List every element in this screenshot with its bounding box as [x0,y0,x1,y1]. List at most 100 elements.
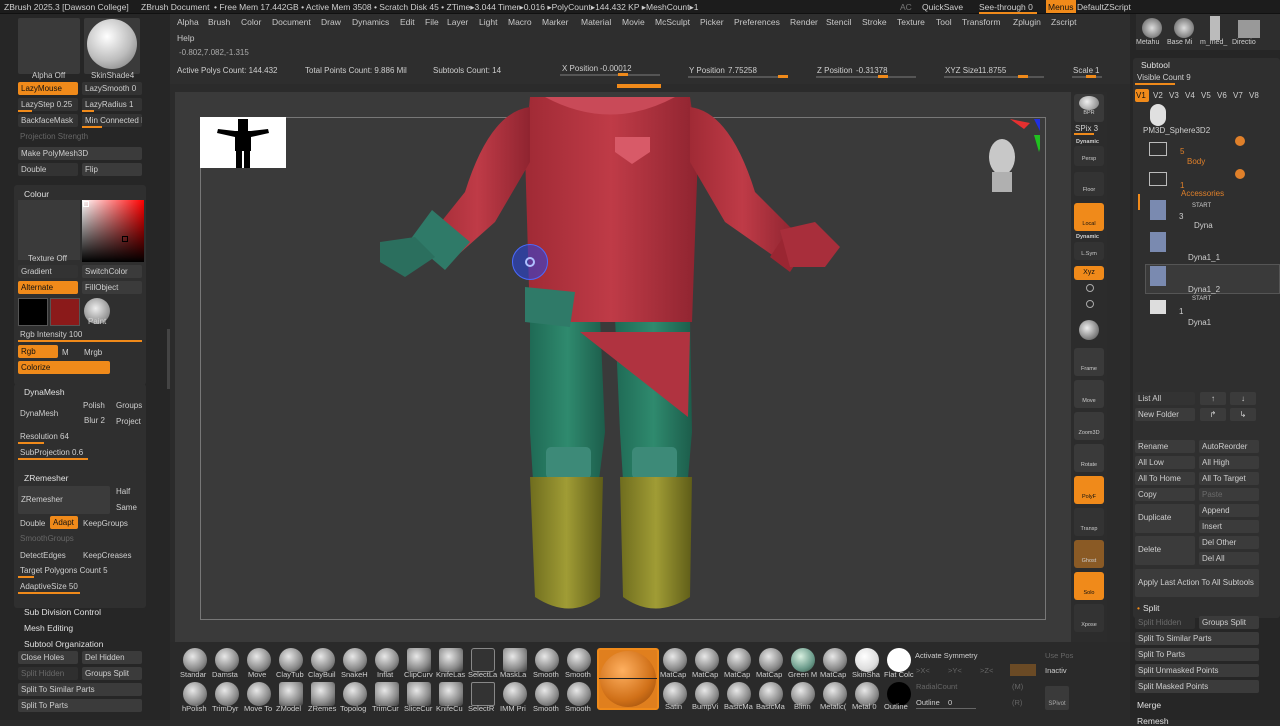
close-holes-button[interactable]: Close Holes [18,651,78,664]
version-v6[interactable]: V6 [1217,91,1227,100]
polish-button[interactable]: Polish [83,401,105,410]
subtool-item-sphere[interactable]: PM3D_Sphere3D2 [1143,126,1210,135]
flat-color-icon[interactable] [887,648,911,672]
split-similar-button[interactable]: Split To Similar Parts [18,683,142,696]
move-down-arrow-icon[interactable]: ↓ [1230,392,1256,405]
brush-topology-icon[interactable] [343,682,367,706]
menu-stroke[interactable]: Stroke [862,17,887,27]
ghost-button[interactable]: Ghost [1074,540,1104,568]
use-posable-button[interactable]: Use Pos [1045,651,1073,660]
brush-selectlasso-icon[interactable] [471,648,495,672]
matcap-6-icon[interactable] [823,648,847,672]
menu-brush[interactable]: Brush [208,17,230,27]
dynamesh-button[interactable]: DynaMesh [20,409,58,418]
rotate-button[interactable]: Rotate [1074,444,1104,472]
brush-smooth-icon[interactable] [535,648,559,672]
version-v1[interactable]: V1 [1135,89,1149,102]
menu-stencil[interactable]: Stencil [826,17,852,27]
menu-dynamics[interactable]: Dynamics [352,17,389,27]
brush-claytubes-icon[interactable] [279,648,303,672]
secondary-color-swatch[interactable] [50,298,80,326]
basemesh-thumb-icon[interactable] [1174,18,1194,38]
menu-macro[interactable]: Macro [508,17,532,27]
texture-thumbnail[interactable] [18,200,80,260]
merge-header[interactable]: Merge [1137,700,1161,710]
subtool-item-dyna1-2[interactable]: Dyna1_2 [1188,285,1220,294]
direction-thumb-icon[interactable] [1238,20,1260,38]
current-material-swatch[interactable] [597,648,659,710]
see-through-slider[interactable]: See-through 0 [979,2,1033,12]
transp-button[interactable]: Transp [1074,508,1104,536]
half-button[interactable]: Half [116,487,130,496]
adaptivesize-slider[interactable]: AdaptiveSize 50 [20,582,78,591]
split-parts-right-button[interactable]: Split To Parts [1135,648,1259,661]
persp-button[interactable]: Persp [1074,146,1104,166]
rotate-y-icon[interactable] [1086,284,1094,292]
xpose-button[interactable]: Xpose [1074,604,1104,632]
target-polygons-slider[interactable]: Target Polygons Count 5 [20,566,108,575]
solo-button[interactable]: Solo [1074,572,1104,600]
gradient-button[interactable]: Gradient [18,265,78,278]
blur-slider[interactable]: Blur 2 [84,416,105,425]
metahuman-thumb-icon[interactable] [1142,18,1162,38]
matcap-green-icon[interactable] [791,648,815,672]
resolution-slider[interactable]: Resolution 64 [20,432,69,441]
project-button[interactable]: Project [116,417,141,426]
gear-icon-2[interactable] [1235,169,1245,179]
keepcreases-button[interactable]: KeepCreases [83,551,131,560]
alpha-thumbnail[interactable] [18,18,80,74]
groups-button[interactable]: Groups [116,401,142,410]
material-thumbnail[interactable] [84,18,140,74]
sphere-icon[interactable] [1079,320,1099,340]
default-zscript-button[interactable]: DefaultZScript [1077,2,1131,12]
split-hidden-button[interactable]: Split Hidden [18,667,78,680]
brush-clipcurve-icon[interactable] [407,648,431,672]
colorize-button[interactable]: Colorize [18,361,110,374]
x-position-value[interactable]: -0.00012 [600,64,632,73]
menu-color[interactable]: Color [241,17,261,27]
split-hidden-right-button[interactable]: Split Hidden [1135,616,1195,629]
menu-zplugin[interactable]: Zplugin [1013,17,1041,27]
brush-slicecurve-icon[interactable] [407,682,431,706]
split-header[interactable]: Split [1143,603,1160,613]
brush-knifelasso-icon[interactable] [439,648,463,672]
sym-y-button[interactable]: >Y< [948,666,962,675]
folder-icon[interactable] [1149,142,1167,156]
subtool-header[interactable]: Subtool [1141,60,1170,70]
brush-smooth3-icon[interactable] [535,682,559,706]
menu-marker[interactable]: Marker [542,17,568,27]
insert-arrow-icon[interactable]: ↱ [1200,408,1226,421]
matcap-3-icon[interactable] [727,648,751,672]
menus-button[interactable]: Menus [1046,0,1076,13]
split-to-parts-button[interactable]: Split To Parts [18,699,142,712]
sym-z-button[interactable]: >Z< [980,666,993,675]
lazysmooth-slider[interactable]: LazySmooth 0 [82,82,142,95]
menu-draw[interactable]: Draw [321,17,341,27]
menu-movie[interactable]: Movie [622,17,645,27]
subtool-item-dyna1[interactable]: Dyna1 [1188,318,1211,327]
scale-value[interactable]: 1 [1095,66,1099,75]
split-unmasked-button[interactable]: Split Unmasked Points [1135,664,1259,677]
inactive-button[interactable]: Inactiv [1045,666,1067,675]
zoom3d-button[interactable]: Zoom3D [1074,412,1104,440]
left-tray-divider[interactable] [167,329,170,389]
copy-button[interactable]: Copy [1135,488,1195,501]
groups-split-button[interactable]: Groups Split [82,667,142,680]
switchcolor-button[interactable]: SwitchColor [82,265,142,278]
brush-immprimitives-icon[interactable] [503,682,527,706]
all-to-home-button[interactable]: All To Home [1135,472,1195,485]
menu-light[interactable]: Light [479,17,497,27]
all-to-target-button[interactable]: All To Target [1199,472,1259,485]
brush-move-icon[interactable] [247,648,271,672]
menu-layer[interactable]: Layer [447,17,468,27]
apply-last-action-button[interactable]: Apply Last Action To All Subtools [1135,569,1259,597]
brush-zremesher-icon[interactable] [311,682,335,706]
xyz-button[interactable]: Xyz [1074,266,1104,280]
brush-zmodeler-icon[interactable] [279,682,303,706]
brush-standard-icon[interactable] [183,648,207,672]
alternate-button[interactable]: Alternate [18,281,78,294]
brush-hpolish-icon[interactable] [183,682,207,706]
delete-button[interactable]: Delete [1135,536,1195,565]
version-v2[interactable]: V2 [1153,91,1163,100]
menu-file[interactable]: File [425,17,439,27]
